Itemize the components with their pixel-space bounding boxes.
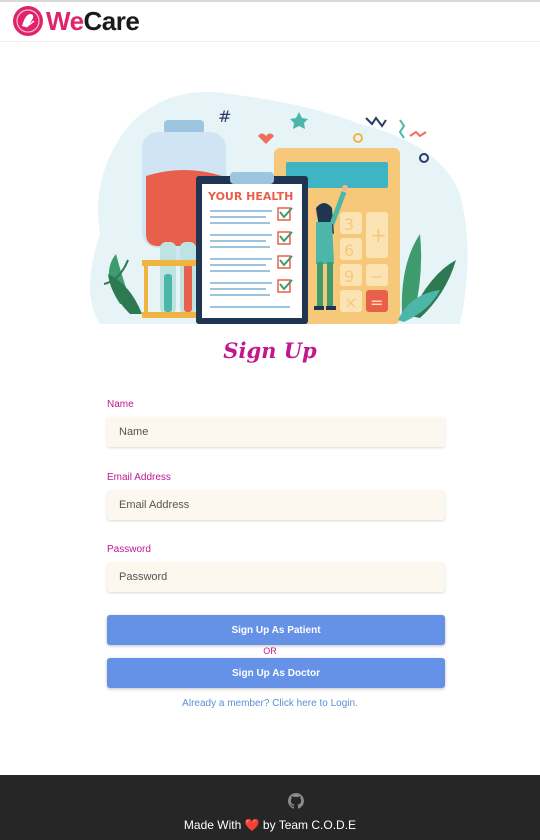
email-label: Email Address — [107, 472, 171, 483]
navbar: WeCare — [0, 2, 540, 42]
svg-text:9: 9 — [344, 267, 354, 286]
brand-logo[interactable]: WeCare — [12, 4, 140, 38]
wecare-logo-icon — [13, 6, 43, 36]
svg-text:6: 6 — [344, 241, 354, 260]
svg-text:#: # — [218, 107, 231, 126]
page-title: Sign Up — [223, 338, 317, 363]
sign-up-patient-button[interactable]: Sign Up As Patient — [107, 615, 445, 645]
svg-text:×: × — [344, 293, 357, 312]
brand-name-we: We — [46, 5, 84, 36]
svg-text:=: = — [370, 293, 383, 312]
clipboard-heading: YOUR HEALTH — [207, 190, 293, 203]
footer-credit: Made With ❤️ by Team C.O.D.E — [0, 818, 540, 832]
login-link[interactable]: Already a member? Click here to Login. — [0, 698, 540, 709]
team-credit-text: by Team C.O.D.E — [262, 818, 357, 832]
brand-name: WeCare — [46, 5, 140, 37]
footer: Made With ❤️ by Team C.O.D.E — [0, 775, 540, 840]
email-input[interactable] — [107, 490, 445, 520]
github-icon[interactable] — [288, 793, 304, 809]
health-illustration: # 3 + 6 9 − × = YOUR HEALTH — [90, 92, 468, 324]
or-divider: OR — [263, 646, 277, 656]
name-input[interactable] — [107, 417, 445, 447]
svg-text:−: − — [370, 267, 383, 286]
name-label: Name — [107, 399, 134, 410]
svg-text:+: + — [370, 223, 387, 247]
made-with-text: Made With — [183, 818, 242, 832]
password-label: Password — [107, 544, 151, 555]
sign-up-doctor-button[interactable]: Sign Up As Doctor — [107, 658, 445, 688]
brand-name-care: Care — [83, 5, 140, 36]
password-input[interactable] — [107, 562, 445, 592]
heart-icon: ❤️ — [244, 818, 260, 832]
svg-text:3: 3 — [344, 215, 354, 234]
